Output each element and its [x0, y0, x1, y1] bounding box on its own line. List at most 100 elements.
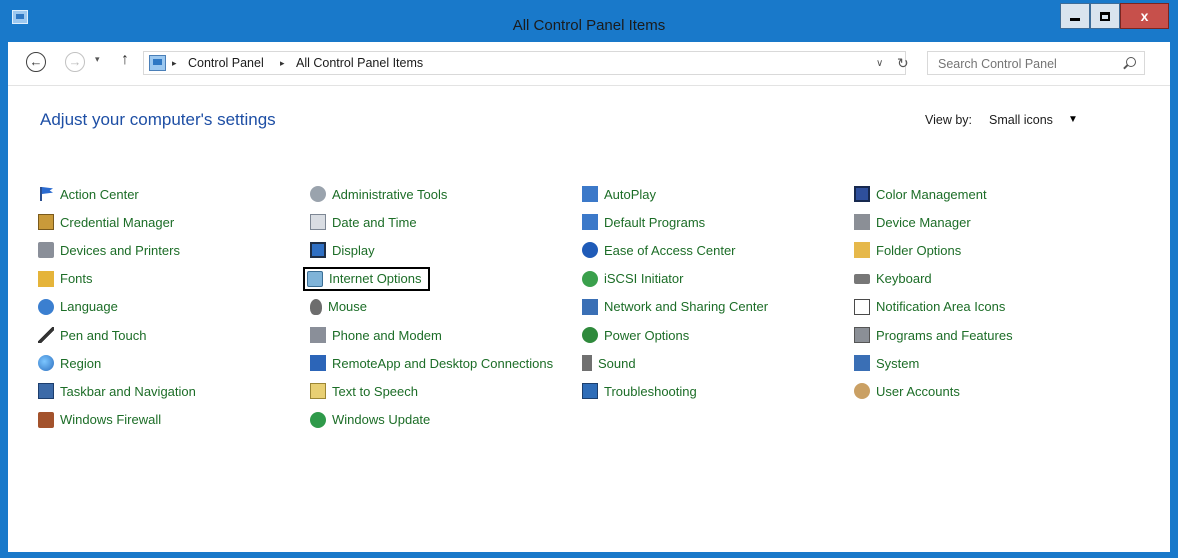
search-icon[interactable] — [1126, 57, 1136, 67]
item-label: Devices and Printers — [60, 242, 180, 258]
item-label: Text to Speech — [332, 383, 418, 399]
item-label: Ease of Access Center — [604, 242, 736, 258]
item-label: AutoPlay — [604, 186, 657, 202]
users-icon — [854, 383, 870, 400]
content-area: ← → ▾ ↑ ▸ Control Panel ▸ All Control Pa… — [8, 42, 1170, 552]
control-panel-item[interactable]: Power Options — [582, 325, 689, 345]
item-label: Language — [60, 299, 118, 315]
control-panel-item[interactable]: Windows Update — [310, 410, 430, 430]
admin-tools-icon — [310, 186, 326, 202]
control-panel-item[interactable]: Devices and Printers — [38, 240, 180, 260]
up-button[interactable]: ↑ — [121, 51, 129, 69]
control-panel-item[interactable]: Date and Time — [310, 212, 417, 232]
control-panel-item[interactable]: Text to Speech — [310, 381, 418, 401]
recent-locations-button[interactable]: ▾ — [95, 54, 100, 65]
control-panel-item[interactable]: Mouse — [310, 297, 367, 317]
breadcrumb-all-items[interactable]: All Control Panel Items — [296, 56, 423, 70]
maximize-icon — [1100, 12, 1110, 21]
refresh-button[interactable]: ↻ — [897, 55, 909, 72]
item-label: Sound — [598, 355, 636, 371]
back-button[interactable]: ← — [26, 52, 46, 72]
item-label: Programs and Features — [876, 327, 1013, 343]
control-panel-item[interactable]: Notification Area Icons — [854, 297, 1005, 317]
control-panel-window: All Control Panel Items x ← → ▾ ↑ ▸ Cont… — [0, 0, 1178, 558]
firewall-icon — [38, 411, 54, 428]
forward-button[interactable]: → — [65, 52, 85, 72]
item-label: Date and Time — [332, 214, 417, 230]
item-label: User Accounts — [876, 383, 960, 399]
close-button[interactable]: x — [1120, 3, 1169, 29]
control-panel-item[interactable]: Device Manager — [854, 212, 971, 232]
control-panel-item[interactable]: User Accounts — [854, 381, 960, 401]
item-label: Color Management — [876, 186, 987, 202]
control-panel-item[interactable]: iSCSI Initiator — [582, 269, 683, 289]
view-by-dropdown[interactable]: Small icons — [989, 113, 1053, 127]
device-manager-icon — [854, 214, 870, 231]
control-panel-item[interactable]: Phone and Modem — [310, 325, 442, 345]
control-panel-item[interactable]: Sound — [582, 353, 636, 373]
control-panel-item[interactable]: Default Programs — [582, 212, 705, 232]
calendar-clock-icon — [310, 214, 326, 231]
system-icon — [854, 355, 870, 372]
monitor-icon — [310, 242, 326, 259]
breadcrumb-separator[interactable]: ▸ — [280, 58, 285, 69]
breadcrumb-control-panel[interactable]: Control Panel — [188, 56, 264, 70]
search-input[interactable] — [938, 57, 1118, 71]
item-label: Phone and Modem — [332, 327, 442, 343]
item-label: Administrative Tools — [332, 186, 448, 202]
item-label: System — [876, 355, 920, 371]
flag-icon — [38, 186, 54, 202]
item-label: Notification Area Icons — [876, 299, 1006, 315]
page-heading: Adjust your computer's settings — [40, 110, 276, 129]
pen-icon — [38, 327, 54, 343]
maximize-button[interactable] — [1090, 3, 1120, 29]
printer-icon — [38, 242, 54, 259]
control-panel-item[interactable]: Language — [38, 297, 118, 317]
control-panel-item[interactable]: Internet Options — [303, 266, 430, 291]
control-panel-item[interactable]: Network and Sharing Center — [582, 297, 768, 317]
control-panel-item[interactable]: Credential Manager — [38, 212, 174, 232]
control-panel-item[interactable]: Action Center — [38, 184, 139, 204]
taskbar-icon — [38, 383, 54, 400]
item-label: Power Options — [604, 327, 690, 343]
breadcrumb-separator[interactable]: ▸ — [172, 58, 177, 69]
navigation-bar: ← → ▾ ↑ ▸ Control Panel ▸ All Control Pa… — [8, 42, 1170, 86]
item-label: Fonts — [60, 271, 93, 287]
item-label: Default Programs — [604, 214, 706, 230]
address-bar[interactable]: ▸ Control Panel ▸ All Control Panel Item… — [143, 51, 909, 75]
control-panel-item[interactable]: AutoPlay — [582, 184, 656, 204]
control-panel-item[interactable]: Fonts — [38, 269, 93, 289]
control-panel-item[interactable]: Taskbar and Navigation — [38, 381, 196, 401]
control-panel-item[interactable]: Folder Options — [854, 240, 961, 260]
search-box[interactable] — [927, 51, 1145, 75]
view-by-caret-icon[interactable]: ▼ — [1068, 114, 1078, 125]
control-panel-item[interactable]: Administrative Tools — [310, 184, 447, 204]
item-label: Display — [332, 242, 375, 258]
speaker-icon — [582, 355, 592, 372]
item-label: Troubleshooting — [604, 383, 697, 399]
control-panel-item[interactable]: Color Management — [854, 184, 987, 204]
item-label: Network and Sharing Center — [604, 299, 769, 315]
notification-icon — [854, 298, 870, 315]
color-management-icon — [854, 186, 870, 202]
control-panel-item[interactable]: Display — [310, 240, 375, 260]
control-panel-icon — [149, 55, 166, 71]
control-panel-item[interactable]: Programs and Features — [854, 325, 1013, 345]
address-dropdown-button[interactable]: ∨ — [876, 58, 883, 69]
item-label: Credential Manager — [60, 214, 175, 230]
phone-icon — [310, 327, 326, 343]
control-panel-item[interactable]: Troubleshooting — [582, 381, 697, 401]
minimize-button[interactable] — [1060, 3, 1090, 29]
control-panel-item[interactable]: Pen and Touch — [38, 325, 147, 345]
title-bar[interactable]: All Control Panel Items x — [0, 0, 1178, 42]
control-panel-item[interactable]: Region — [38, 353, 101, 373]
default-programs-icon — [582, 214, 598, 231]
control-panel-item[interactable]: RemoteApp and Desktop Connections — [310, 353, 553, 373]
speech-icon — [310, 383, 326, 400]
item-label: Mouse — [328, 299, 368, 315]
control-panel-item[interactable]: Keyboard — [854, 269, 932, 289]
view-by-label: View by: — [925, 113, 973, 127]
control-panel-item[interactable]: Windows Firewall — [38, 410, 161, 430]
control-panel-item[interactable]: System — [854, 353, 919, 373]
control-panel-item[interactable]: Ease of Access Center — [582, 240, 736, 260]
